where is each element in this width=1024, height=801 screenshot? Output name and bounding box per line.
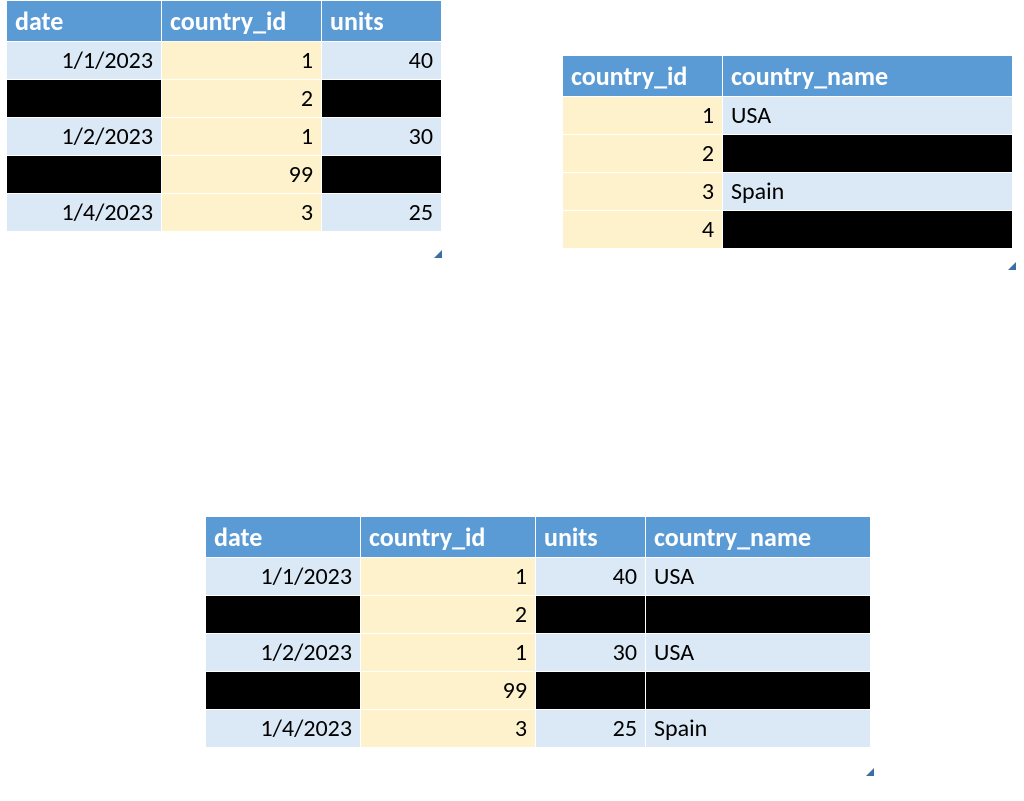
cell-units: [322, 156, 442, 194]
table-row: 1/2/2023 1 30: [7, 118, 442, 156]
cell-country-id: 99: [162, 156, 322, 194]
cell-country-id: 2: [162, 80, 322, 118]
cell-country-id: 2: [563, 135, 723, 173]
table-row: 3 Spain: [563, 173, 1013, 211]
cell-country-name: USA: [646, 558, 871, 596]
table-row: 2: [563, 135, 1013, 173]
cell-country-name: [646, 672, 871, 710]
cell-country-id: 99: [361, 672, 536, 710]
col-country-id: country_id: [361, 517, 536, 558]
table-row: 1/1/2023 1 40: [7, 42, 442, 80]
col-date: date: [7, 1, 162, 42]
col-units: units: [536, 517, 646, 558]
col-date: date: [206, 517, 361, 558]
cell-date: [206, 672, 361, 710]
col-country-name: country_name: [723, 56, 1013, 97]
cell-country-id: 2: [361, 596, 536, 634]
table-header-row: date country_id units country_name: [206, 517, 871, 558]
cell-units: 25: [536, 710, 646, 748]
cell-country-id: 3: [361, 710, 536, 748]
cell-country-id: 4: [563, 211, 723, 249]
cell-date: 1/4/2023: [7, 194, 162, 232]
table-header-row: country_id country_name: [563, 56, 1013, 97]
cell-country-name: [723, 211, 1013, 249]
cell-date: 1/2/2023: [206, 634, 361, 672]
cell-units: 30: [322, 118, 442, 156]
cell-units: 40: [536, 558, 646, 596]
cell-date: [206, 596, 361, 634]
cell-country-name: Spain: [646, 710, 871, 748]
cell-units: 25: [322, 194, 442, 232]
table-resize-handle-icon[interactable]: [1008, 262, 1016, 270]
cell-date: 1/2/2023: [7, 118, 162, 156]
table-row: 2: [7, 80, 442, 118]
cell-date: [7, 156, 162, 194]
cell-units: 40: [322, 42, 442, 80]
cell-units: [322, 80, 442, 118]
cell-country-name: [723, 135, 1013, 173]
cell-country-name: Spain: [723, 173, 1013, 211]
col-units: units: [322, 1, 442, 42]
cell-date: 1/4/2023: [206, 710, 361, 748]
cell-country-name: USA: [646, 634, 871, 672]
joined-table: date country_id units country_name 1/1/2…: [205, 516, 871, 748]
sales-table: date country_id units 1/1/2023 1 40 2 1/…: [6, 0, 442, 232]
cell-country-id: 1: [162, 118, 322, 156]
col-country-name: country_name: [646, 517, 871, 558]
cell-units: [536, 672, 646, 710]
cell-country-id: 1: [361, 558, 536, 596]
cell-units: 30: [536, 634, 646, 672]
cell-country-id: 3: [563, 173, 723, 211]
table-row: 1/4/2023 3 25: [7, 194, 442, 232]
cell-date: 1/1/2023: [7, 42, 162, 80]
table-resize-handle-icon[interactable]: [434, 250, 442, 258]
cell-country-id: 1: [162, 42, 322, 80]
table-row: 1/4/2023 3 25 Spain: [206, 710, 871, 748]
table-row: 1 USA: [563, 97, 1013, 135]
cell-country-id: 3: [162, 194, 322, 232]
table-header-row: date country_id units: [7, 1, 442, 42]
table-row: 99: [206, 672, 871, 710]
table-row: 1/1/2023 1 40 USA: [206, 558, 871, 596]
table-row: 1/2/2023 1 30 USA: [206, 634, 871, 672]
cell-units: [536, 596, 646, 634]
table-row: 2: [206, 596, 871, 634]
cell-country-name: USA: [723, 97, 1013, 135]
cell-country-id: 1: [563, 97, 723, 135]
cell-date: 1/1/2023: [206, 558, 361, 596]
table-row: 4: [563, 211, 1013, 249]
cell-country-name: [646, 596, 871, 634]
cell-country-id: 1: [361, 634, 536, 672]
col-country-id: country_id: [563, 56, 723, 97]
cell-date: [7, 80, 162, 118]
table-resize-handle-icon[interactable]: [866, 768, 874, 776]
col-country-id: country_id: [162, 1, 322, 42]
countries-table: country_id country_name 1 USA 2 3 Spain …: [562, 55, 1013, 249]
table-row: 99: [7, 156, 442, 194]
